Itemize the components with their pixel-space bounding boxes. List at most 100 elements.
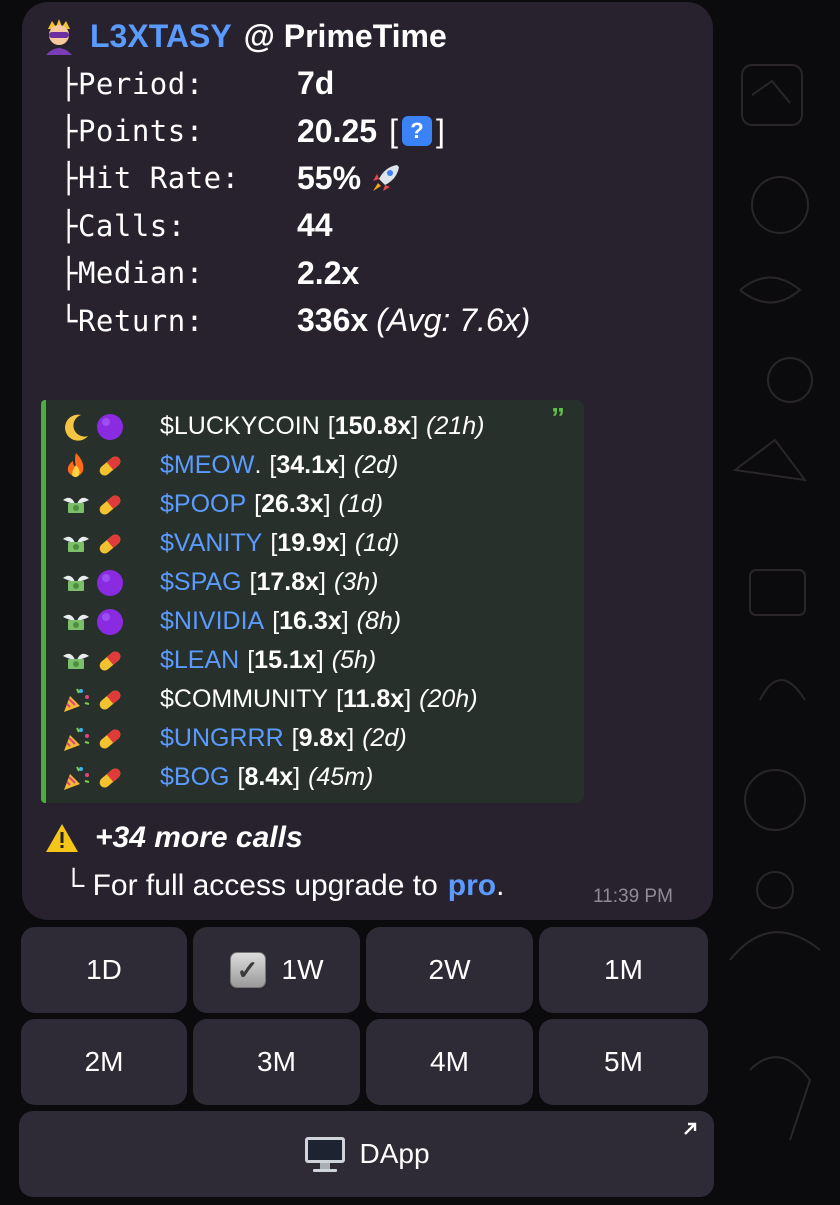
call-icons xyxy=(60,528,160,560)
call-multiplier: 15.1x xyxy=(254,646,317,674)
button-label: 1D xyxy=(86,954,122,985)
sender-name[interactable]: L3XTASY xyxy=(90,18,232,55)
pill-icon xyxy=(94,450,126,482)
stat-value: 2.2x xyxy=(297,254,360,291)
call-age: (20h) xyxy=(419,685,478,713)
period-button-5m[interactable]: 5M xyxy=(539,1019,708,1105)
period-button-4m[interactable]: 4M xyxy=(366,1019,533,1105)
bracket-open: [ xyxy=(254,490,262,518)
bracket-open: [ xyxy=(389,112,398,149)
call-row: $SPAG[17.8x] (3h) xyxy=(60,563,485,602)
calls-list: $LUCKYCOIN[150.8x] (21h) $MEOW.[34.1x] (2d)… xyxy=(60,407,485,797)
message-timestamp: 11:39 PM xyxy=(593,886,673,907)
pill-icon xyxy=(94,762,126,794)
party-popper-icon xyxy=(60,723,92,755)
upgrade-period: . xyxy=(496,869,505,902)
ticker-symbol[interactable]: $SPAG xyxy=(160,568,242,597)
ticker-symbol[interactable]: $MEOW xyxy=(160,451,254,480)
bracket-close: ] xyxy=(339,529,347,557)
warning-icon xyxy=(43,819,81,857)
button-label: 5M xyxy=(604,1046,643,1077)
stat-calls: ├Calls: 44 xyxy=(60,202,530,249)
period-button-1d[interactable]: 1D xyxy=(21,927,187,1013)
period-button-3m[interactable]: 3M xyxy=(193,1019,360,1105)
pill-icon xyxy=(94,684,126,716)
party-popper-icon xyxy=(60,762,92,794)
info-icon[interactable]: ? xyxy=(401,116,432,147)
button-label: 1M xyxy=(604,954,643,985)
message-header: L3XTASY @ PrimeTime xyxy=(40,16,447,56)
call-age: (1d) xyxy=(354,529,400,557)
ticker-symbol[interactable]: $NIVIDIA xyxy=(160,607,264,636)
pill-icon xyxy=(94,723,126,755)
bracket-open: [ xyxy=(249,568,257,596)
upgrade-row: └ For full access upgrade to pro . xyxy=(63,866,504,906)
bracket-close: ] xyxy=(338,451,346,479)
bracket-open: [ xyxy=(270,529,278,557)
call-row: $LEAN [15.1x] (5h) xyxy=(60,641,485,680)
call-row: $NIVIDIA [16.3x] (8h) xyxy=(60,602,485,641)
desktop-computer-icon xyxy=(303,1135,347,1173)
call-age: (21h) xyxy=(426,412,485,440)
call-row: $VANITY [19.9x] (1d) xyxy=(60,524,485,563)
stat-label: ├Calls: xyxy=(60,208,186,243)
crescent-moon-icon xyxy=(60,411,92,443)
call-age: (8h) xyxy=(356,607,402,635)
dapp-button[interactable]: DApp xyxy=(19,1111,714,1197)
stat-label: ├Points: xyxy=(60,114,204,149)
call-row: $COMMUNITY[11.8x] (20h) xyxy=(60,680,485,719)
period-button-2m[interactable]: 2M xyxy=(21,1019,187,1105)
call-icons xyxy=(60,567,160,599)
call-age: (1d) xyxy=(338,490,384,518)
ticker-symbol: $LUCKYCOIN xyxy=(160,412,320,440)
call-multiplier: 150.8x xyxy=(334,412,412,440)
button-label: 4M xyxy=(430,1046,469,1077)
stat-value: 7d xyxy=(297,65,335,102)
upgrade-text: └ For full access upgrade to xyxy=(63,869,438,902)
ticker-symbol: $COMMUNITY xyxy=(160,685,329,713)
call-row: $UNGRRR[9.8x] (2d) xyxy=(60,719,485,758)
period-button-2w[interactable]: 2W xyxy=(366,927,533,1013)
stat-label: ├Median: xyxy=(60,256,204,291)
call-icons xyxy=(60,489,160,521)
ticker-symbol[interactable]: $POOP xyxy=(160,490,246,519)
call-row: $MEOW.[34.1x] (2d) xyxy=(60,446,485,485)
stat-value: 55% xyxy=(297,159,362,196)
ticker-symbol[interactable]: $BOG xyxy=(160,763,229,792)
stat-value: 336x xyxy=(297,302,369,339)
pro-link[interactable]: pro xyxy=(448,869,496,903)
button-label: 2W xyxy=(428,954,471,985)
call-age: (2d) xyxy=(362,724,407,752)
bracket-open: [ xyxy=(327,412,335,440)
rocket-icon xyxy=(367,159,405,197)
more-calls-text: +34 more calls xyxy=(95,821,303,854)
stat-hit-rate: ├Hit Rate: 55% xyxy=(60,155,530,202)
ticker-symbol[interactable]: $VANITY xyxy=(160,529,262,558)
stat-label: ├Period: xyxy=(60,66,204,101)
bracket-open: [ xyxy=(237,763,245,791)
call-multiplier: 11.8x xyxy=(343,685,405,713)
period-button-1m[interactable]: 1M xyxy=(539,927,708,1013)
period-button-1w[interactable]: ✓ 1W xyxy=(193,927,360,1013)
call-row: $BOG [8.4x] (45m) xyxy=(60,758,485,797)
call-icons xyxy=(60,762,160,794)
money-wings-icon xyxy=(60,489,92,521)
ticker-symbol[interactable]: $UNGRRR xyxy=(160,724,284,753)
ticker-suffix: . xyxy=(254,451,262,479)
call-age: (5h) xyxy=(331,646,377,674)
ticker-symbol[interactable]: $LEAN xyxy=(160,646,239,675)
call-multiplier: 34.1x xyxy=(276,451,339,479)
button-label: 1W xyxy=(281,954,324,985)
bracket-close: ] xyxy=(341,607,349,635)
stat-label: ├Hit Rate: xyxy=(60,161,240,196)
bracket-open: [ xyxy=(291,724,299,752)
call-icons xyxy=(60,450,160,482)
button-label: 2M xyxy=(84,1046,124,1077)
stats-block: ├Period: 7d ├Points: 20.25 [ ? ] ├Hit Ra… xyxy=(60,60,530,344)
purple-circle-icon xyxy=(94,567,126,599)
bracket-close: ] xyxy=(323,490,331,518)
button-label: 3M xyxy=(257,1046,296,1077)
fire-icon xyxy=(60,450,92,482)
supervillain-emoji-icon xyxy=(40,17,78,55)
money-wings-icon xyxy=(60,567,92,599)
